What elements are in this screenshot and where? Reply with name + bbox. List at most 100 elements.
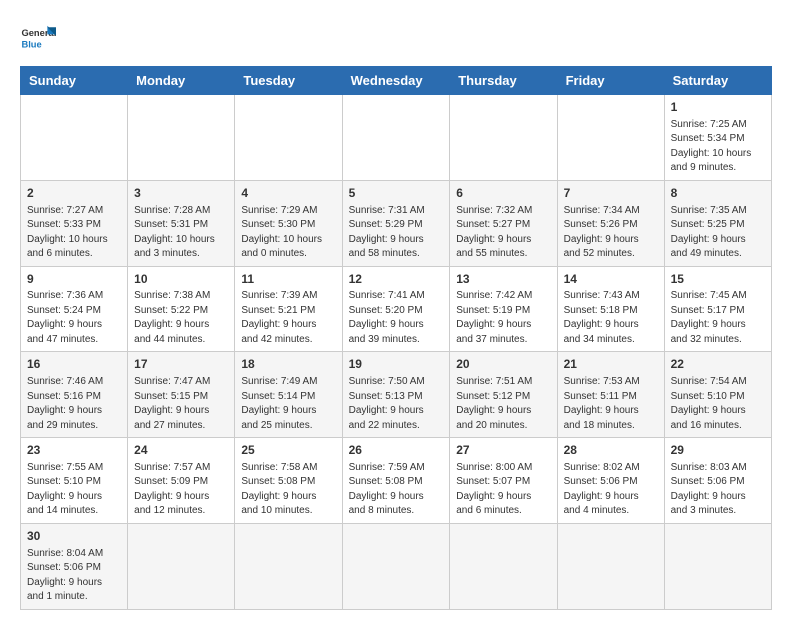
day-number: 10 bbox=[134, 271, 228, 288]
day-number: 25 bbox=[241, 442, 335, 459]
cell-content: Sunrise: 7:29 AM Sunset: 5:30 PM Dayligh… bbox=[241, 204, 335, 262]
calendar-week-row: 1 Sunrise: 7:25 AM Sunset: 5:34 PM Daylig… bbox=[21, 95, 772, 181]
day-number: 24 bbox=[134, 442, 228, 459]
calendar-cell: 5 Sunrise: 7:31 AM Sunset: 5:29 PM Daylig… bbox=[342, 180, 450, 266]
day-number: 20 bbox=[456, 356, 550, 373]
calendar-cell: 18Sunrise: 7:49 AM Sunset: 5:14 PM Dayli… bbox=[235, 352, 342, 438]
svg-text:Blue: Blue bbox=[21, 39, 41, 49]
calendar-cell bbox=[235, 95, 342, 181]
calendar-cell: 10Sunrise: 7:38 AM Sunset: 5:22 PM Dayli… bbox=[128, 266, 235, 352]
cell-content: Sunrise: 8:03 AM Sunset: 5:06 PM Dayligh… bbox=[671, 461, 765, 519]
calendar-cell bbox=[557, 523, 664, 609]
cell-content: Sunrise: 7:27 AM Sunset: 5:33 PM Dayligh… bbox=[27, 204, 121, 262]
calendar-week-row: 9Sunrise: 7:36 AM Sunset: 5:24 PM Daylig… bbox=[21, 266, 772, 352]
calendar-cell: 9Sunrise: 7:36 AM Sunset: 5:24 PM Daylig… bbox=[21, 266, 128, 352]
calendar-week-row: 30 Sunrise: 8:04 AM Sunset: 5:06 PM Dayli… bbox=[21, 523, 772, 609]
calendar-cell: 11Sunrise: 7:39 AM Sunset: 5:21 PM Dayli… bbox=[235, 266, 342, 352]
day-number: 6 bbox=[456, 185, 550, 202]
calendar-cell: 3 Sunrise: 7:28 AM Sunset: 5:31 PM Daylig… bbox=[128, 180, 235, 266]
calendar-week-row: 23Sunrise: 7:55 AM Sunset: 5:10 PM Dayli… bbox=[21, 438, 772, 524]
calendar-cell: 28 Sunrise: 8:02 AM Sunset: 5:06 PM Dayli… bbox=[557, 438, 664, 524]
cell-content: Sunrise: 7:43 AM Sunset: 5:18 PM Dayligh… bbox=[564, 289, 658, 347]
calendar-cell: 12Sunrise: 7:41 AM Sunset: 5:20 PM Dayli… bbox=[342, 266, 450, 352]
calendar-cell: 8 Sunrise: 7:35 AM Sunset: 5:25 PM Daylig… bbox=[664, 180, 771, 266]
calendar-cell: 13Sunrise: 7:42 AM Sunset: 5:19 PM Dayli… bbox=[450, 266, 557, 352]
calendar-cell: 19 Sunrise: 7:50 AM Sunset: 5:13 PM Dayli… bbox=[342, 352, 450, 438]
logo-icon: General Blue bbox=[20, 20, 56, 56]
cell-content: Sunrise: 7:41 AM Sunset: 5:20 PM Dayligh… bbox=[349, 289, 444, 347]
day-number: 18 bbox=[241, 356, 335, 373]
calendar-cell bbox=[128, 523, 235, 609]
cell-content: Sunrise: 7:31 AM Sunset: 5:29 PM Dayligh… bbox=[349, 204, 444, 262]
calendar-week-row: 2Sunrise: 7:27 AM Sunset: 5:33 PM Daylig… bbox=[21, 180, 772, 266]
calendar-cell bbox=[450, 523, 557, 609]
day-number: 19 bbox=[349, 356, 444, 373]
day-number: 9 bbox=[27, 271, 121, 288]
day-number: 8 bbox=[671, 185, 765, 202]
calendar-cell: 20 Sunrise: 7:51 AM Sunset: 5:12 PM Dayli… bbox=[450, 352, 557, 438]
calendar-cell bbox=[342, 95, 450, 181]
calendar-cell: 16Sunrise: 7:46 AM Sunset: 5:16 PM Dayli… bbox=[21, 352, 128, 438]
day-number: 5 bbox=[349, 185, 444, 202]
cell-content: Sunrise: 8:04 AM Sunset: 5:06 PM Dayligh… bbox=[27, 547, 121, 605]
calendar-cell: 29 Sunrise: 8:03 AM Sunset: 5:06 PM Dayli… bbox=[664, 438, 771, 524]
day-header-tuesday: Tuesday bbox=[235, 67, 342, 95]
day-number: 30 bbox=[27, 528, 121, 545]
day-number: 22 bbox=[671, 356, 765, 373]
day-number: 21 bbox=[564, 356, 658, 373]
cell-content: Sunrise: 7:51 AM Sunset: 5:12 PM Dayligh… bbox=[456, 375, 550, 433]
day-number: 3 bbox=[134, 185, 228, 202]
calendar-cell: 23Sunrise: 7:55 AM Sunset: 5:10 PM Dayli… bbox=[21, 438, 128, 524]
calendar-cell: 15Sunrise: 7:45 AM Sunset: 5:17 PM Dayli… bbox=[664, 266, 771, 352]
cell-content: Sunrise: 8:02 AM Sunset: 5:06 PM Dayligh… bbox=[564, 461, 658, 519]
day-header-thursday: Thursday bbox=[450, 67, 557, 95]
calendar-cell: 14Sunrise: 7:43 AM Sunset: 5:18 PM Dayli… bbox=[557, 266, 664, 352]
cell-content: Sunrise: 7:32 AM Sunset: 5:27 PM Dayligh… bbox=[456, 204, 550, 262]
calendar-cell: 30 Sunrise: 8:04 AM Sunset: 5:06 PM Dayli… bbox=[21, 523, 128, 609]
cell-content: Sunrise: 7:58 AM Sunset: 5:08 PM Dayligh… bbox=[241, 461, 335, 519]
calendar-table: SundayMondayTuesdayWednesdayThursdayFrid… bbox=[20, 66, 772, 610]
calendar-cell: 24 Sunrise: 7:57 AM Sunset: 5:09 PM Dayli… bbox=[128, 438, 235, 524]
calendar-cell: 2Sunrise: 7:27 AM Sunset: 5:33 PM Daylig… bbox=[21, 180, 128, 266]
cell-content: Sunrise: 7:54 AM Sunset: 5:10 PM Dayligh… bbox=[671, 375, 765, 433]
cell-content: Sunrise: 7:28 AM Sunset: 5:31 PM Dayligh… bbox=[134, 204, 228, 262]
calendar-cell bbox=[664, 523, 771, 609]
cell-content: Sunrise: 7:47 AM Sunset: 5:15 PM Dayligh… bbox=[134, 375, 228, 433]
day-number: 15 bbox=[671, 271, 765, 288]
calendar-cell bbox=[450, 95, 557, 181]
calendar-cell: 17Sunrise: 7:47 AM Sunset: 5:15 PM Dayli… bbox=[128, 352, 235, 438]
calendar-cell: 21 Sunrise: 7:53 AM Sunset: 5:11 PM Dayli… bbox=[557, 352, 664, 438]
calendar-cell: 7Sunrise: 7:34 AM Sunset: 5:26 PM Daylig… bbox=[557, 180, 664, 266]
day-number: 29 bbox=[671, 442, 765, 459]
cell-content: Sunrise: 7:39 AM Sunset: 5:21 PM Dayligh… bbox=[241, 289, 335, 347]
calendar-week-row: 16Sunrise: 7:46 AM Sunset: 5:16 PM Dayli… bbox=[21, 352, 772, 438]
day-number: 26 bbox=[349, 442, 444, 459]
day-number: 28 bbox=[564, 442, 658, 459]
cell-content: Sunrise: 7:38 AM Sunset: 5:22 PM Dayligh… bbox=[134, 289, 228, 347]
day-number: 1 bbox=[671, 99, 765, 116]
calendar-header-row: SundayMondayTuesdayWednesdayThursdayFrid… bbox=[21, 67, 772, 95]
calendar-cell: 4Sunrise: 7:29 AM Sunset: 5:30 PM Daylig… bbox=[235, 180, 342, 266]
cell-content: Sunrise: 7:36 AM Sunset: 5:24 PM Dayligh… bbox=[27, 289, 121, 347]
day-number: 27 bbox=[456, 442, 550, 459]
cell-content: Sunrise: 7:53 AM Sunset: 5:11 PM Dayligh… bbox=[564, 375, 658, 433]
day-number: 23 bbox=[27, 442, 121, 459]
day-number: 14 bbox=[564, 271, 658, 288]
day-number: 13 bbox=[456, 271, 550, 288]
day-header-saturday: Saturday bbox=[664, 67, 771, 95]
calendar-cell bbox=[235, 523, 342, 609]
cell-content: Sunrise: 7:50 AM Sunset: 5:13 PM Dayligh… bbox=[349, 375, 444, 433]
cell-content: Sunrise: 7:57 AM Sunset: 5:09 PM Dayligh… bbox=[134, 461, 228, 519]
day-number: 7 bbox=[564, 185, 658, 202]
day-header-sunday: Sunday bbox=[21, 67, 128, 95]
cell-content: Sunrise: 7:25 AM Sunset: 5:34 PM Dayligh… bbox=[671, 118, 765, 176]
cell-content: Sunrise: 8:00 AM Sunset: 5:07 PM Dayligh… bbox=[456, 461, 550, 519]
calendar-cell: 6 Sunrise: 7:32 AM Sunset: 5:27 PM Daylig… bbox=[450, 180, 557, 266]
day-number: 11 bbox=[241, 271, 335, 288]
page-header: General Blue bbox=[20, 20, 772, 56]
cell-content: Sunrise: 7:35 AM Sunset: 5:25 PM Dayligh… bbox=[671, 204, 765, 262]
cell-content: Sunrise: 7:59 AM Sunset: 5:08 PM Dayligh… bbox=[349, 461, 444, 519]
calendar-cell bbox=[21, 95, 128, 181]
calendar-cell bbox=[557, 95, 664, 181]
calendar-cell: 22 Sunrise: 7:54 AM Sunset: 5:10 PM Dayli… bbox=[664, 352, 771, 438]
